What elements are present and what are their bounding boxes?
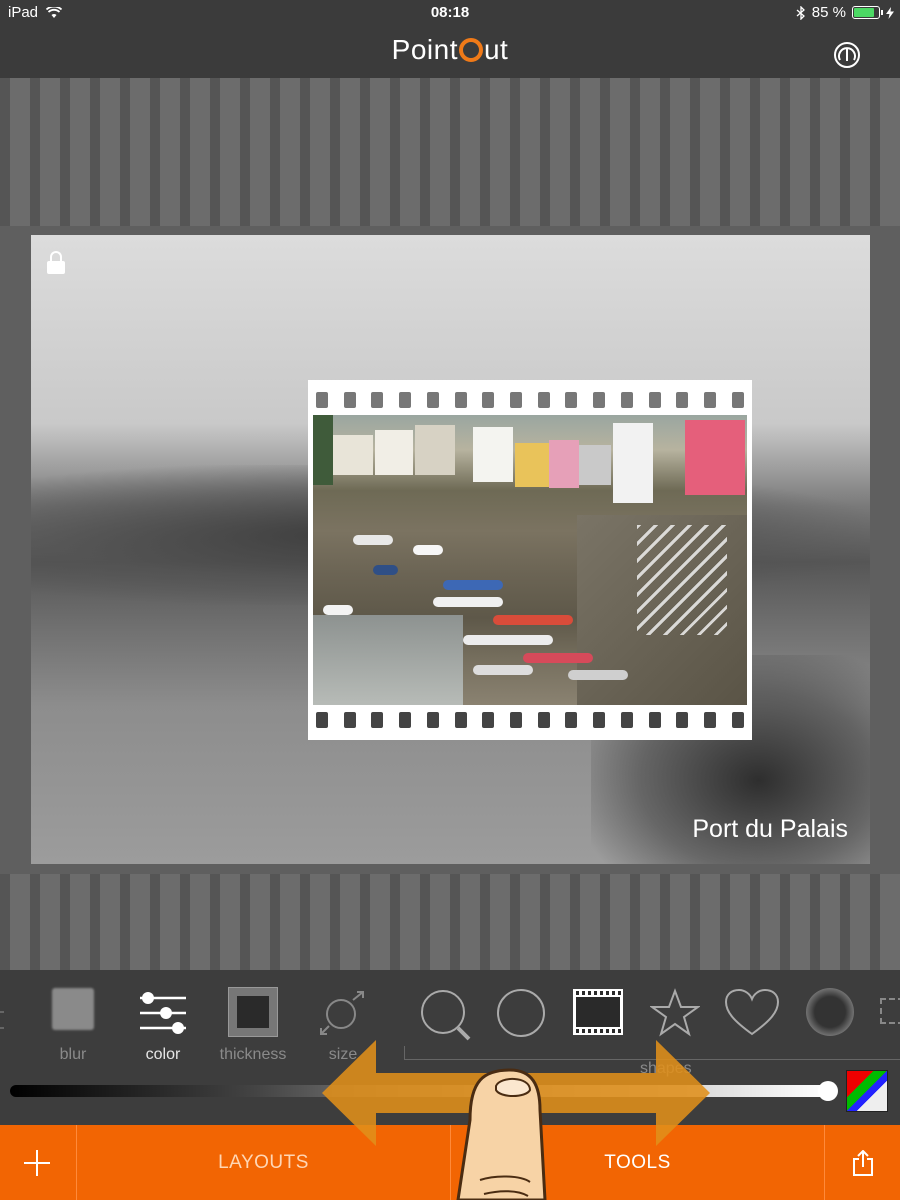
film-perforation xyxy=(371,712,384,728)
film-perforation xyxy=(343,392,356,408)
bluetooth-icon xyxy=(796,5,805,20)
film-perforation xyxy=(343,712,356,728)
film-perforation xyxy=(316,712,328,728)
sliders-icon xyxy=(140,992,186,1034)
battery-icon xyxy=(852,6,883,19)
film-perforation xyxy=(620,392,633,408)
app-logo: Point ut xyxy=(391,34,509,65)
tab-bar: LAYOUTS TOOLS xyxy=(0,1125,900,1200)
tab-tools[interactable]: TOOLS xyxy=(451,1125,824,1200)
plus-icon[interactable] xyxy=(24,1150,50,1176)
film-perforation xyxy=(371,392,384,408)
unlocked-lock-icon[interactable] xyxy=(45,251,67,275)
photo-caption[interactable]: Port du Palais xyxy=(692,815,848,844)
tool-thickness[interactable]: thickness xyxy=(213,984,293,1063)
stripe-background-top xyxy=(0,78,900,226)
shapes-bracket xyxy=(404,1046,900,1060)
help-icon[interactable] xyxy=(834,42,860,68)
tool-blur[interactable]: blur xyxy=(33,984,113,1063)
canvas-stage: Port du Palais xyxy=(0,78,900,970)
focus-photo xyxy=(313,415,747,705)
heart-icon[interactable] xyxy=(724,988,780,1038)
status-bar: iPad 08:18 85 % xyxy=(0,0,900,26)
film-perforation xyxy=(537,712,550,728)
blur-square-icon xyxy=(52,988,94,1030)
film-perforation xyxy=(565,392,578,408)
film-frame-focus[interactable] xyxy=(308,380,752,740)
tool-color[interactable]: color xyxy=(123,984,203,1063)
battery-percent: 85 % xyxy=(811,4,846,21)
grayscale-slider-track[interactable] xyxy=(10,1085,830,1097)
film-perforations-bottom xyxy=(316,712,744,728)
film-perforation xyxy=(593,712,606,728)
tool-size[interactable]: size xyxy=(303,984,383,1063)
tab-layouts[interactable]: LAYOUTS xyxy=(77,1125,450,1200)
film-perforation xyxy=(399,712,412,728)
circle-icon[interactable] xyxy=(496,988,546,1038)
partial-tool-icon xyxy=(0,1011,4,1029)
film-perforations-top xyxy=(316,392,744,408)
film-icon[interactable] xyxy=(572,988,624,1036)
film-perforation xyxy=(704,392,717,408)
share-icon[interactable] xyxy=(852,1150,874,1176)
film-perforation xyxy=(620,712,633,728)
film-perforation xyxy=(731,392,744,408)
magnifier-icon[interactable] xyxy=(418,988,474,1044)
star-icon[interactable] xyxy=(650,988,700,1038)
film-perforation xyxy=(704,712,717,728)
vignette-circle-icon[interactable] xyxy=(806,988,854,1036)
color-picker-icon[interactable] xyxy=(846,1070,888,1112)
film-perforation xyxy=(565,712,578,728)
logo-o-icon xyxy=(458,38,483,62)
clock: 08:18 xyxy=(430,4,470,21)
film-perforation xyxy=(676,392,689,408)
film-perforation xyxy=(648,392,661,408)
film-perforation xyxy=(454,712,467,728)
top-bar: iPad 08:18 85 % Point ut xyxy=(0,0,900,78)
film-perforation xyxy=(676,712,689,728)
dashed-square-icon[interactable] xyxy=(880,998,900,1024)
resize-circle-icon xyxy=(320,991,364,1035)
film-perforation xyxy=(482,712,495,728)
film-perforation xyxy=(482,392,495,408)
film-perforation xyxy=(316,392,328,408)
film-perforation xyxy=(537,392,550,408)
film-perforation xyxy=(399,392,412,408)
film-perforation xyxy=(593,392,606,408)
thick-frame-icon xyxy=(228,987,278,1037)
film-perforation xyxy=(454,392,467,408)
film-perforation xyxy=(510,392,523,408)
film-perforation xyxy=(426,392,439,408)
film-perforation xyxy=(731,712,744,728)
film-perforation xyxy=(648,712,661,728)
slider-thumb[interactable] xyxy=(818,1081,838,1101)
tool-strip[interactable]: blur color thickness size shapes xyxy=(0,984,900,1077)
charging-icon xyxy=(886,6,894,19)
film-perforation xyxy=(510,712,523,728)
stripe-background-bottom xyxy=(0,874,900,970)
shapes-label: shapes xyxy=(640,1060,692,1077)
film-perforation xyxy=(426,712,439,728)
tool-panel: blur color thickness size shapes xyxy=(0,970,900,1125)
